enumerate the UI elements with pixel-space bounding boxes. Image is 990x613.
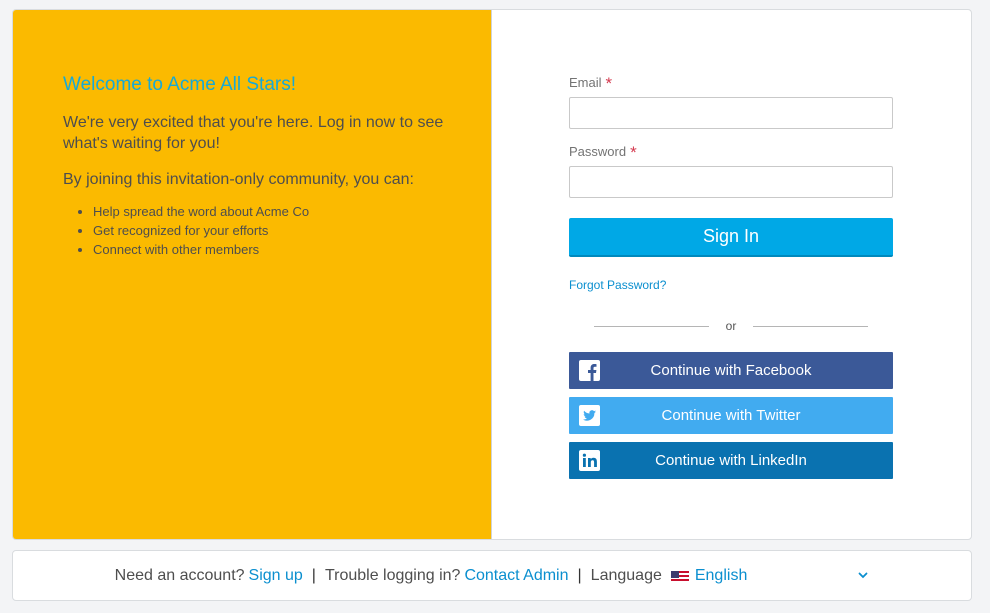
- required-asterisk: *: [605, 74, 613, 93]
- required-asterisk: *: [630, 143, 637, 162]
- benefit-item: Help spread the word about Acme Co: [93, 202, 309, 221]
- email-label: Email *: [569, 72, 613, 93]
- benefit-item: Get recognized for your efforts: [93, 221, 309, 240]
- linkedin-button-label: Continue with LinkedIn: [655, 452, 807, 469]
- footer-separator: |: [577, 566, 582, 584]
- email-field[interactable]: [569, 97, 893, 129]
- password-field[interactable]: [569, 166, 893, 198]
- benefit-item: Connect with other members: [93, 240, 309, 259]
- password-label-text: Password: [569, 144, 627, 159]
- or-divider-label: or: [725, 319, 737, 333]
- footer-bar: Need an account? Sign up | Trouble loggi…: [12, 550, 972, 601]
- facebook-icon: [579, 360, 600, 381]
- divider-right: [753, 326, 868, 327]
- us-flag-icon: [670, 570, 689, 583]
- linkedin-icon: [579, 450, 600, 471]
- welcome-joining-text: By joining this invitation-only communit…: [63, 171, 414, 188]
- login-form: Email * Password * Sign In Forgot Password…: [493, 10, 971, 539]
- contact-admin-link[interactable]: Contact Admin: [464, 567, 568, 585]
- password-label: Password *: [569, 141, 637, 162]
- facebook-button-label: Continue with Facebook: [650, 362, 812, 379]
- divider-left: [594, 326, 709, 327]
- welcome-title: Welcome to Acme All Stars!: [63, 74, 297, 95]
- login-card: Welcome to Acme All Stars! We're very ex…: [12, 9, 972, 540]
- sign-up-link[interactable]: Sign up: [249, 567, 303, 585]
- continue-with-facebook-button[interactable]: Continue with Facebook: [569, 352, 893, 389]
- email-label-text: Email: [569, 75, 602, 90]
- continue-with-linkedin-button[interactable]: Continue with LinkedIn: [569, 442, 893, 479]
- welcome-intro: We're very excited that you're here. Log…: [63, 114, 444, 152]
- twitter-icon: [579, 405, 600, 426]
- forgot-password-link[interactable]: Forgot Password?: [569, 278, 666, 292]
- footer-separator: |: [311, 566, 316, 584]
- twitter-button-label: Continue with Twitter: [661, 407, 801, 424]
- welcome-panel: Welcome to Acme All Stars! We're very ex…: [13, 10, 492, 539]
- language-label: Language: [590, 566, 662, 584]
- language-select[interactable]: English: [695, 567, 747, 585]
- benefits-list: Help spread the word about Acme Co Get r…: [93, 202, 309, 259]
- sign-in-button[interactable]: Sign In: [569, 218, 893, 257]
- trouble-logging-in-text: Trouble logging in?: [324, 566, 461, 584]
- chevron-down-icon[interactable]: [857, 569, 869, 581]
- continue-with-twitter-button[interactable]: Continue with Twitter: [569, 397, 893, 434]
- need-account-text: Need an account?: [114, 566, 245, 584]
